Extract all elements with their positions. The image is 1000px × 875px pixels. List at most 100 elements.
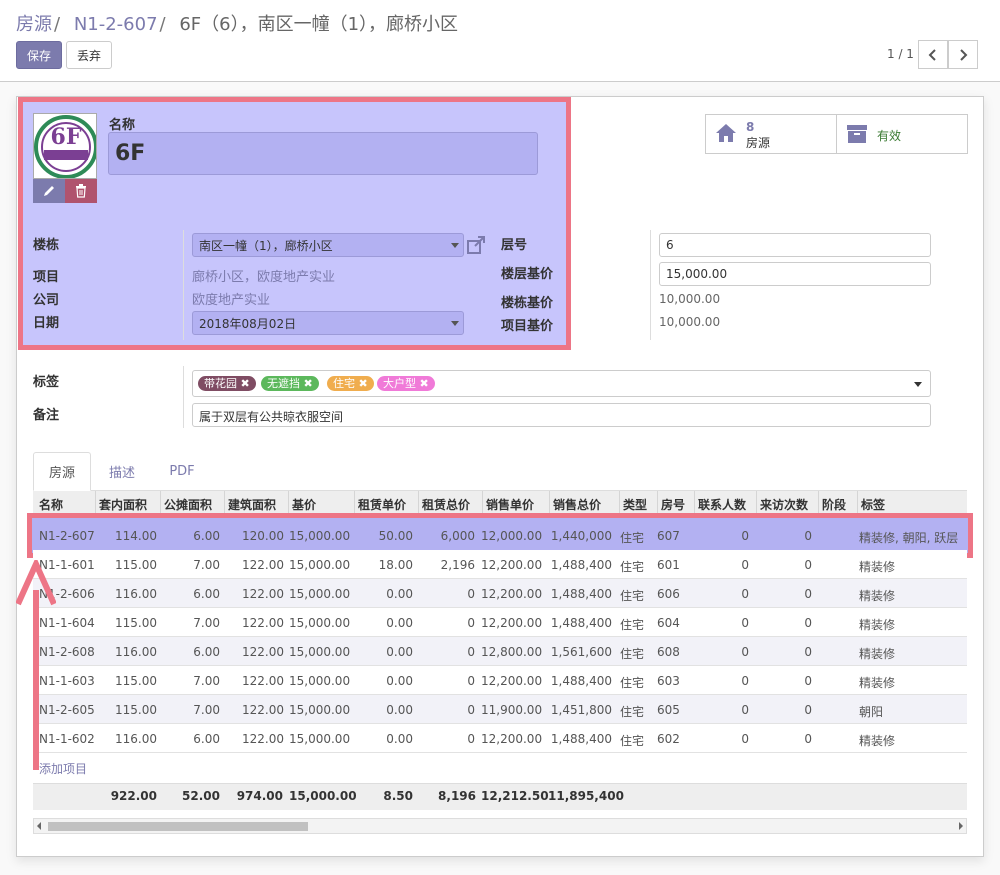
save-button[interactable]: 保存 xyxy=(16,41,62,69)
column-header-visits[interactable]: 来访次数 xyxy=(760,496,808,513)
cell-visits: 0 xyxy=(804,732,812,746)
cell-sale-total-price: 1,488,400 xyxy=(550,587,612,601)
column-header-shared-area[interactable]: 公摊面积 xyxy=(164,496,212,513)
company-label: 公司 xyxy=(33,293,60,308)
total-shared-area: 52.00 xyxy=(182,789,220,803)
cell-contacts: 0 xyxy=(741,587,749,601)
column-header-building-area[interactable]: 建筑面积 xyxy=(228,496,276,513)
delete-avatar-button[interactable] xyxy=(65,179,97,203)
cell-building-area: 122.00 xyxy=(242,616,284,630)
total-base-price: 15,000.00 xyxy=(289,789,357,803)
total-sale-total-price: 11,895,400 xyxy=(548,789,624,803)
cell-base-price: 15,000.00 xyxy=(289,558,351,572)
cell-sale-unit-price: 12,200.00 xyxy=(481,587,543,601)
tab-pdf[interactable]: PDF xyxy=(153,452,211,491)
cell-base-price: 15,000.00 xyxy=(289,674,351,688)
discard-button[interactable]: 丢弃 xyxy=(66,41,112,69)
tags-label: 标签 xyxy=(33,375,60,390)
column-header-name[interactable]: 名称 xyxy=(39,496,63,513)
company-value[interactable]: 欧度地产实业 xyxy=(192,289,270,308)
cell-room-no: 601 xyxy=(657,558,680,572)
cell-tags: 精装修 xyxy=(859,676,896,690)
cell-rent-total-price: 2,196 xyxy=(440,558,475,572)
horizontal-scrollbar[interactable] xyxy=(33,818,967,834)
edit-avatar-button[interactable] xyxy=(33,179,65,203)
rooms-label: 房源 xyxy=(746,136,771,150)
cell-inner-area: 114.00 xyxy=(115,529,157,543)
cell-rent-unit-price: 0.00 xyxy=(386,732,413,746)
column-header-type[interactable]: 类型 xyxy=(623,496,647,513)
cell-building-area: 122.00 xyxy=(242,587,284,601)
caret-down-icon xyxy=(451,243,459,248)
cell-inner-area: 115.00 xyxy=(115,703,157,717)
date-value: 2018年08月02日 xyxy=(199,317,297,331)
cell-visits: 0 xyxy=(804,703,812,717)
column-header-rent-unit-price[interactable]: 租赁单价 xyxy=(358,496,406,513)
cell-sale-total-price: 1,488,400 xyxy=(550,674,612,688)
scroll-right-icon[interactable] xyxy=(959,822,963,830)
tag-chip[interactable]: 住宅 ✖ xyxy=(327,376,374,391)
column-header-base-price[interactable]: 基价 xyxy=(292,496,316,513)
cell-rent-total-price: 0 xyxy=(467,645,475,659)
cell-sale-unit-price: 12,200.00 xyxy=(481,732,543,746)
caret-down-icon[interactable] xyxy=(914,382,922,387)
note-input[interactable]: 属于双层有公共晾衣服空间 xyxy=(192,403,931,427)
scroll-left-icon[interactable] xyxy=(37,822,41,830)
cell-visits: 0 xyxy=(804,645,812,659)
cell-type: 住宅 xyxy=(620,705,645,719)
cell-inner-area: 115.00 xyxy=(115,616,157,630)
breadcrumb-rooms[interactable]: 房源 xyxy=(16,14,52,35)
building-select[interactable]: 南区一幢（1），廊桥小区 xyxy=(192,233,464,257)
total-rent-unit-price: 8.50 xyxy=(383,789,413,803)
tab-description[interactable]: 描述 xyxy=(95,452,149,491)
cell-room-no: 606 xyxy=(657,587,680,601)
cell-tags: 精装修 xyxy=(859,589,896,603)
external-link-icon[interactable] xyxy=(466,235,486,255)
column-header-contacts[interactable]: 联系人数 xyxy=(698,496,746,513)
pager-next-button[interactable] xyxy=(948,40,978,69)
project-value[interactable]: 廊桥小区，欧度地产实业 xyxy=(192,266,335,285)
caret-down-icon xyxy=(451,321,459,326)
column-header-room-no[interactable]: 房号 xyxy=(661,496,685,513)
cell-base-price: 15,000.00 xyxy=(289,587,351,601)
cell-tags: 精装修 xyxy=(859,647,896,661)
column-header-rent-total-price[interactable]: 租赁总价 xyxy=(422,496,470,513)
cell-rent-total-price: 0 xyxy=(467,587,475,601)
column-header-stage[interactable]: 阶段 xyxy=(822,496,846,513)
cell-room-no: 607 xyxy=(657,529,680,543)
cell-building-area: 122.00 xyxy=(242,703,284,717)
tag-chip[interactable]: 带花园 ✖ xyxy=(198,376,256,391)
floor-input[interactable]: 6 xyxy=(659,233,931,257)
pager-previous-button[interactable] xyxy=(918,40,948,69)
svg-text:6F: 6F xyxy=(51,124,82,150)
cell-contacts: 0 xyxy=(741,703,749,717)
cell-sale-total-price: 1,488,400 xyxy=(550,732,612,746)
name-input[interactable]: 6F xyxy=(108,132,538,175)
breadcrumb-room[interactable]: N1-2-607 xyxy=(74,14,158,35)
column-header-sale-total-price[interactable]: 销售总价 xyxy=(553,496,601,513)
cell-contacts: 0 xyxy=(741,616,749,630)
floor-base-price-input[interactable]: 15,000.00 xyxy=(659,262,931,286)
cell-shared-area: 6.00 xyxy=(193,645,220,659)
date-select[interactable]: 2018年08月02日 xyxy=(192,311,464,335)
column-header-tags[interactable]: 标签 xyxy=(861,496,885,513)
cell-base-price: 15,000.00 xyxy=(289,645,351,659)
pager-value[interactable]: 1 / 1 xyxy=(887,47,914,61)
tag-chip[interactable]: 大户型 ✖ xyxy=(377,376,435,391)
cell-shared-area: 6.00 xyxy=(193,587,220,601)
tags-field[interactable]: 带花园 ✖ 无遮挡 ✖ 住宅 ✖ 大户型 ✖ xyxy=(192,370,931,397)
cell-base-price: 15,000.00 xyxy=(289,616,351,630)
tab-rooms[interactable]: 房源 xyxy=(33,452,91,491)
scrollbar-thumb[interactable] xyxy=(48,822,308,831)
column-header-sale-unit-price[interactable]: 销售单价 xyxy=(486,496,534,513)
column-header-inner-area[interactable]: 套内面积 xyxy=(99,496,147,513)
cell-tags: 精装修 xyxy=(859,560,896,574)
total-rent-total-price: 8,196 xyxy=(438,789,476,803)
tag-chip[interactable]: 无遮挡 ✖ xyxy=(261,376,319,391)
active-toggle-button[interactable]: 有效 xyxy=(836,114,968,154)
avatar-image[interactable]: 6F xyxy=(33,113,97,179)
rooms-smart-button[interactable]: 8 房源 xyxy=(705,114,837,154)
total-inner-area: 922.00 xyxy=(110,789,157,803)
project-base-price-label: 项目基价 xyxy=(501,319,554,334)
building-value: 南区一幢（1），廊桥小区 xyxy=(199,239,333,253)
